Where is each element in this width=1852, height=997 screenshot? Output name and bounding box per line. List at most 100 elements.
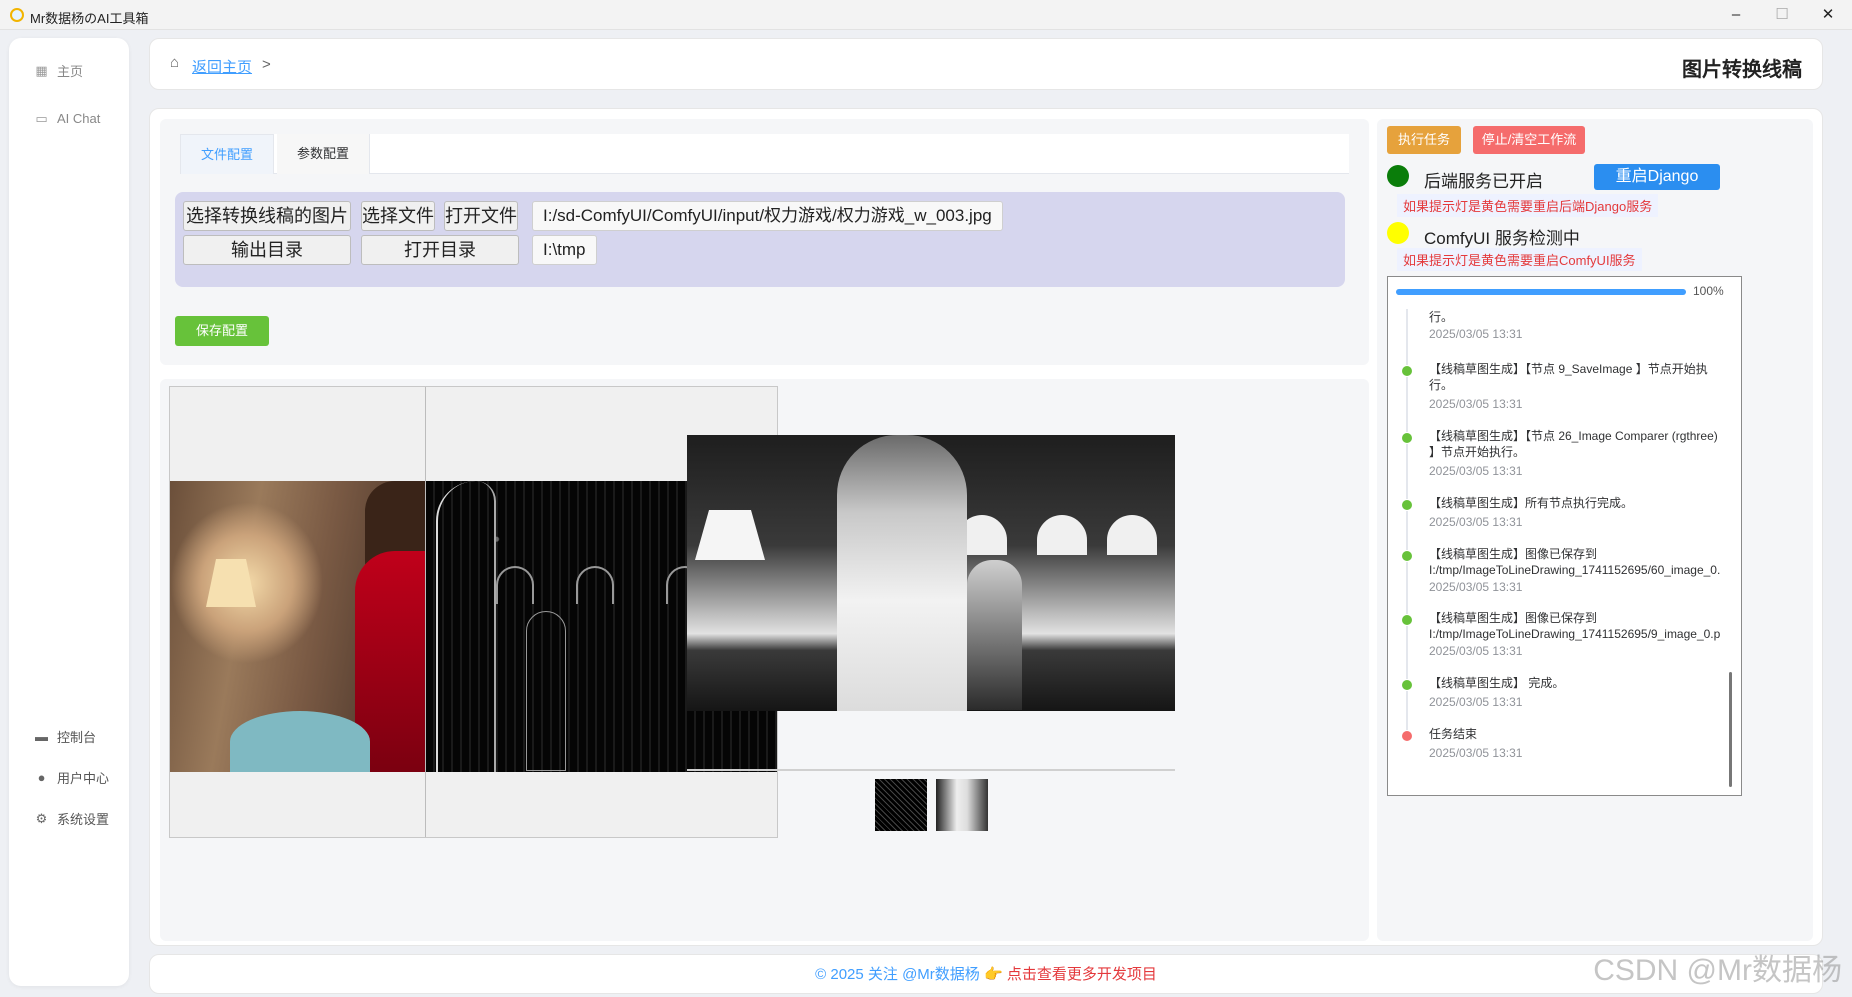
more-projects-link[interactable]: 点击查看更多开发项目 [1007, 966, 1157, 983]
tab-file-config[interactable]: 文件配置 [180, 134, 275, 174]
output-dir-button[interactable]: 输出目录 [183, 235, 351, 265]
sidebar-item-console[interactable]: ▬ 控制台 [9, 721, 129, 751]
log-timestamp: 2025/03/05 13:31 [1429, 515, 1523, 529]
log-timestamp: 2025/03/05 13:31 [1429, 464, 1523, 478]
log-success-dot [1402, 551, 1412, 561]
breadcrumb-separator: > [262, 56, 271, 73]
log-timestamp: 2025/03/05 13:31 [1429, 695, 1523, 709]
pointing-hand-icon: 👉 [983, 966, 1003, 983]
sidebar: ▦ 主页 ▭ AI Chat ▬ 控制台 ● 用户中心 ⚙ 系统设置 [9, 38, 129, 986]
comfyui-hint: 如果提示灯是黄色需要重启ComfyUI服务 [1397, 248, 1642, 271]
progress-label: 100% [1693, 284, 1724, 298]
home-icon: ⌂ [170, 54, 180, 71]
open-file-button[interactable]: 打开文件 [444, 201, 518, 231]
task-panel: 执行任务 停止/清空工作流 后端服务已开启 重启Django 如果提示灯是黄色需… [1377, 119, 1813, 941]
log-entry: 【线稿草图生成】【节点 26_Image Comparer (rgthree) … [1402, 428, 1726, 499]
timeline-line [1406, 511, 1408, 550]
log-entry: 【线稿草图生成】图像已保存到 I:/tmp/ImageToLineDrawing… [1402, 546, 1726, 614]
timeline-line [1406, 444, 1408, 499]
backend-status-label: 后端服务已开启 [1424, 172, 1543, 191]
monitor-icon: ▬ [35, 728, 48, 744]
comfyui-status-light [1387, 222, 1409, 244]
log-message: 【线稿草图生成】【节点 26_Image Comparer (rgthree) … [1429, 429, 1718, 459]
open-dir-button[interactable]: 打开目录 [361, 235, 519, 265]
title-bar: Mr数据杨のAI工具箱 – ☐ ✕ [0, 0, 1852, 30]
main-panel: 文件配置 参数配置 选择转换线稿的图片 选择文件 打开文件 I:/sd-Comf… [149, 108, 1823, 946]
restart-django-button[interactable]: 重启Django [1594, 164, 1720, 190]
log-timestamp: 2025/03/05 13:31 [1429, 644, 1523, 658]
original-image [170, 481, 426, 772]
breadcrumb-header: ⌂ 返回主页 > 图片转换线稿 [149, 38, 1823, 90]
timeline-line [1406, 562, 1408, 614]
timeline-line [1406, 691, 1408, 730]
log-panel: 100% 【线稿草图生成】【节点 8_VAEDecode 】节点开始执行。 202… [1387, 276, 1742, 796]
backend-hint: 如果提示灯是黄色需要重启后端Django服务 [1397, 194, 1659, 217]
log-success-dot [1402, 433, 1412, 443]
image-area [160, 379, 1369, 941]
log-message: 【线稿草图生成】【节点 9_SaveImage 】节点开始执行。 [1429, 362, 1708, 392]
window-title: Mr数据杨のAI工具箱 [30, 11, 149, 26]
sidebar-item-label: AI Chat [57, 110, 101, 126]
stop-workflow-button[interactable]: 停止/清空工作流 [1473, 126, 1585, 154]
log-entry: 【线稿草图生成】图像已保存到 I:/tmp/ImageToLineDrawing… [1402, 610, 1726, 679]
close-button[interactable]: ✕ [1808, 2, 1848, 28]
log-entry: 任务结束 2025/03/05 13:31 [1402, 726, 1726, 786]
comfyui-status-label: ComfyUI 服务检测中 [1424, 229, 1580, 248]
log-success-dot [1402, 500, 1412, 510]
sidebar-item-ai-chat[interactable]: ▭ AI Chat [9, 103, 129, 133]
log-success-dot [1402, 615, 1412, 625]
log-message: 任务结束 [1429, 727, 1478, 741]
sidebar-item-user-center[interactable]: ● 用户中心 [9, 762, 129, 792]
grid-icon: ▦ [35, 62, 48, 78]
log-message: 【线稿草图生成】【节点 8_VAEDecode 】节点开始执行。 [1429, 310, 1454, 324]
sidebar-item-label: 主页 [57, 63, 84, 79]
choose-file-button[interactable]: 选择文件 [361, 201, 435, 231]
sidebar-item-home[interactable]: ▦ 主页 [9, 55, 129, 85]
comparer-slider[interactable] [425, 387, 426, 837]
select-image-button[interactable]: 选择转换线稿的图片 [183, 201, 351, 231]
gear-icon: ⚙ [35, 810, 48, 826]
log-timestamp: 2025/03/05 13:31 [1429, 397, 1523, 411]
sidebar-item-settings[interactable]: ⚙ 系统设置 [9, 803, 129, 833]
maximize-button[interactable]: ☐ [1762, 2, 1802, 28]
timeline-line [1406, 626, 1408, 679]
log-message: 【线稿草图生成】图像已保存到 I:/tmp/ImageToLineDrawing… [1429, 611, 1721, 641]
thumbnail-lineart[interactable] [936, 779, 988, 831]
copyright-link[interactable]: © 2025 关注 @Mr数据杨 [815, 966, 980, 983]
app-icon [10, 8, 24, 22]
tab-param-config[interactable]: 参数配置 [277, 134, 371, 174]
log-entry: 【线稿草图生成】【节点 8_VAEDecode 】节点开始执行。 2025/03/… [1402, 309, 1726, 365]
log-message: 【线稿草图生成】 完成。 [1429, 676, 1565, 690]
backend-status-light [1387, 165, 1409, 187]
log-timestamp: 2025/03/05 13:31 [1429, 327, 1523, 341]
log-timeline[interactable]: 【线稿草图生成】【节点 8_VAEDecode 】节点开始执行。 2025/03/… [1388, 309, 1728, 793]
thumbnail-edge[interactable] [875, 779, 927, 831]
output-path-field[interactable]: I:\tmp [532, 235, 597, 265]
timeline-line [1406, 377, 1408, 432]
minimize-button[interactable]: – [1716, 2, 1756, 28]
watermark: CSDN @Mr数据杨 [1593, 954, 1842, 987]
save-config-button[interactable]: 保存配置 [175, 316, 269, 346]
sidebar-item-label: 系统设置 [57, 811, 110, 827]
file-config-area: 选择转换线稿的图片 选择文件 打开文件 I:/sd-ComfyUI/ComfyU… [175, 192, 1345, 287]
timeline-line [1406, 309, 1408, 365]
sidebar-item-label: 控制台 [57, 729, 97, 745]
log-timestamp: 2025/03/05 13:31 [1429, 746, 1523, 760]
log-message: 【线稿草图生成】所有节点执行完成。 [1429, 496, 1634, 510]
back-home-link[interactable]: 返回主页 [192, 56, 252, 77]
log-scrollbar[interactable] [1729, 672, 1732, 787]
log-end-dot [1402, 731, 1412, 741]
sidebar-item-label: 用户中心 [57, 770, 110, 786]
file-path-field[interactable]: I:/sd-ComfyUI/ComfyUI/input/权力游戏/权力游戏_w_… [532, 201, 1003, 231]
run-task-button[interactable]: 执行任务 [1387, 126, 1461, 154]
gallery-divider [687, 769, 1175, 771]
log-message: 【线稿草图生成】图像已保存到 I:/tmp/ImageToLineDrawing… [1429, 547, 1721, 577]
page-title: 图片转换线稿 [1682, 59, 1802, 81]
lineart-result-image [687, 435, 1175, 711]
config-panel: 文件配置 参数配置 选择转换线稿的图片 选择文件 打开文件 I:/sd-Comf… [160, 119, 1369, 365]
config-tabs: 文件配置 参数配置 [180, 134, 1349, 174]
chat-icon: ▭ [35, 110, 48, 126]
progress-bar [1396, 289, 1686, 295]
log-timestamp: 2025/03/05 13:31 [1429, 580, 1523, 594]
log-entry: 【线稿草图生成】【节点 9_SaveImage 】节点开始执行。 2025/03/… [1402, 361, 1726, 432]
